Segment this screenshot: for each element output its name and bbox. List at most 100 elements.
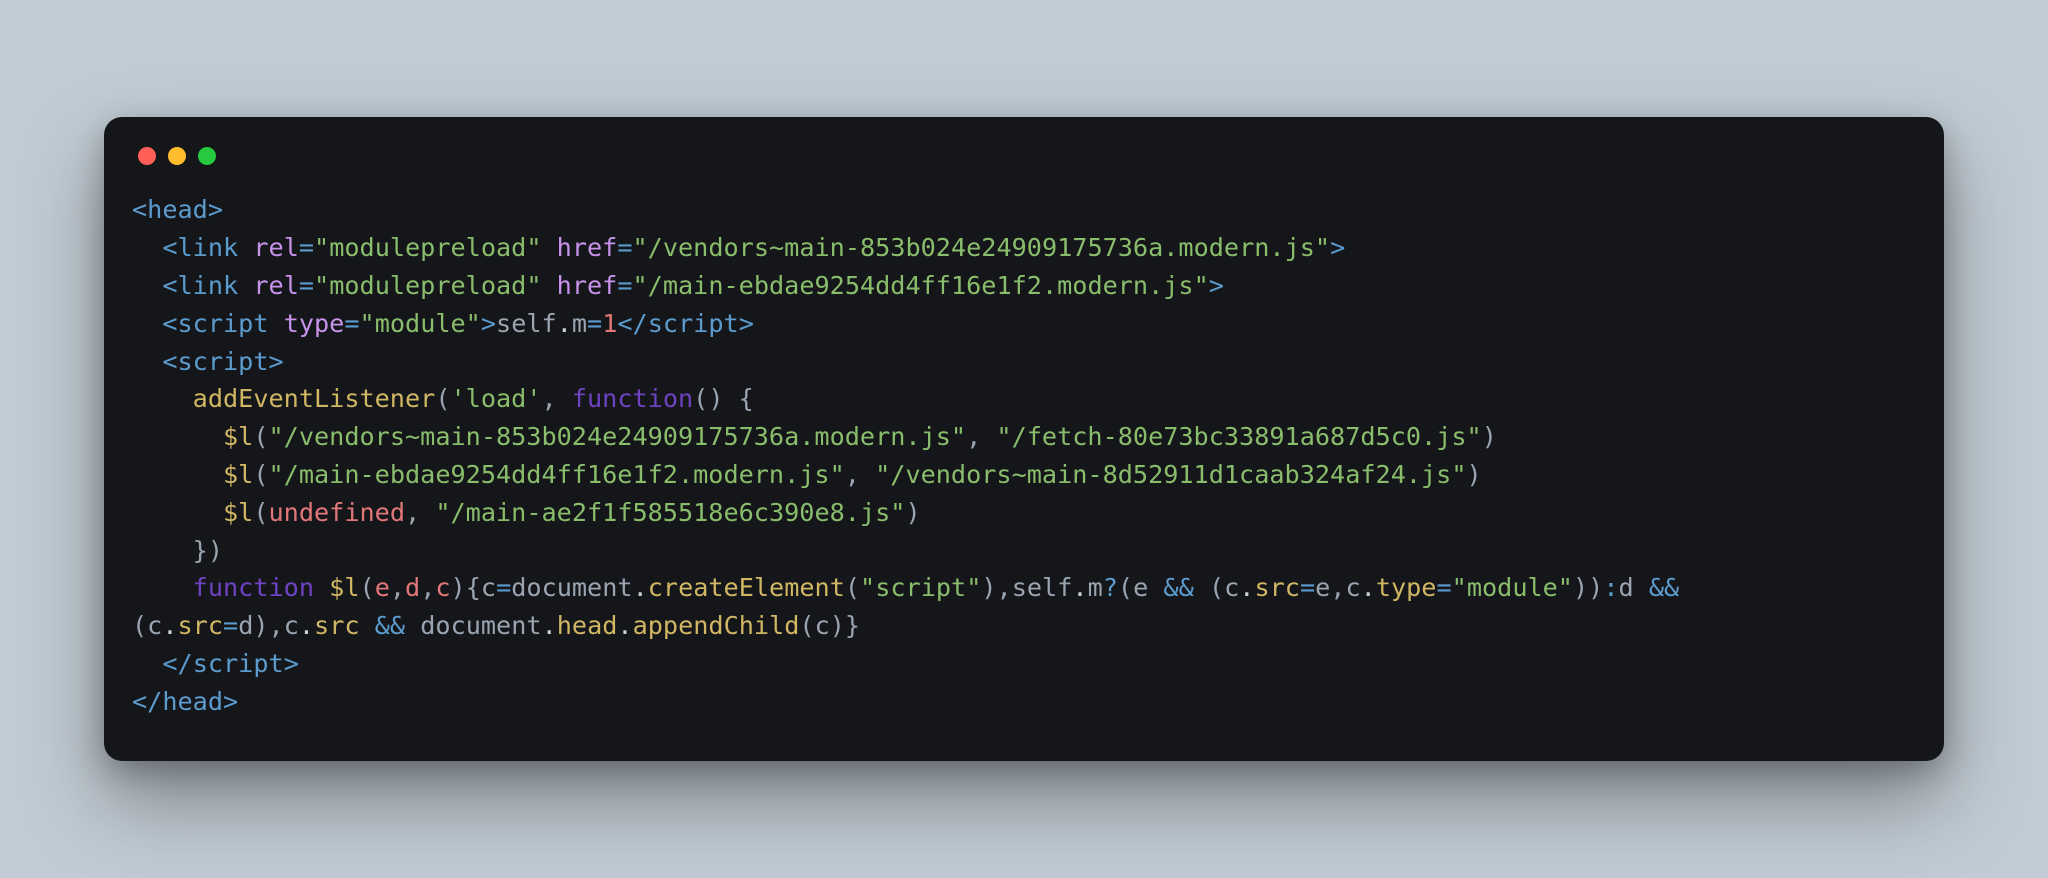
code-token: "/main-ebdae9254dd4ff16e1f2.modern.js" xyxy=(269,460,845,489)
code-token: = xyxy=(1436,573,1451,602)
code-token: addEventListener xyxy=(193,384,436,413)
code-token: ) xyxy=(1467,460,1482,489)
code-token: < xyxy=(162,271,177,300)
code-token: ) xyxy=(981,573,996,602)
code-line: <script type="module">self.m=1</script> xyxy=(132,309,754,338)
code-token xyxy=(405,611,420,640)
code-token: ( xyxy=(253,422,268,451)
code-token: script xyxy=(193,649,284,678)
code-token: , xyxy=(420,573,435,602)
code-token: < xyxy=(162,309,177,338)
code-token: ( xyxy=(799,611,814,640)
code-token: c xyxy=(1224,573,1239,602)
code-token: ) xyxy=(1482,422,1497,451)
minimize-icon[interactable] xyxy=(168,147,186,165)
code-token: type xyxy=(1376,573,1437,602)
code-token: ) xyxy=(830,611,845,640)
code-token: < xyxy=(162,347,177,376)
code-token: , xyxy=(997,573,1012,602)
code-token: } xyxy=(845,611,860,640)
code-window: <head> <link rel="modulepreload" href="/… xyxy=(104,117,1944,760)
code-line: <link rel="modulepreload" href="/main-eb… xyxy=(132,271,1224,300)
code-token: ) xyxy=(1573,573,1588,602)
code-token: self xyxy=(496,309,557,338)
code-token: , xyxy=(1330,573,1345,602)
code-token: "/vendors~main-8d52911d1caab324af24.js" xyxy=(875,460,1466,489)
zoom-icon[interactable] xyxy=(198,147,216,165)
code-token: () xyxy=(693,384,723,413)
code-token: ? xyxy=(1103,573,1118,602)
code-token: ) xyxy=(253,611,268,640)
code-token: link xyxy=(178,233,239,262)
code-token: = xyxy=(344,309,359,338)
code-token: , xyxy=(390,573,405,602)
code-token: c xyxy=(1345,573,1360,602)
code-line: <script> xyxy=(132,347,284,376)
code-token: link xyxy=(178,271,239,300)
code-token: "/main-ebdae9254dd4ff16e1f2.modern.js" xyxy=(633,271,1209,300)
code-token: = xyxy=(496,573,511,602)
code-token: rel xyxy=(253,233,299,262)
code-token: "modulepreload" xyxy=(314,271,541,300)
code-token: && xyxy=(375,611,405,640)
code-token: "module" xyxy=(360,309,481,338)
code-token: , xyxy=(966,422,996,451)
code-token: , xyxy=(845,460,875,489)
close-icon[interactable] xyxy=(138,147,156,165)
code-token: "/fetch-80e73bc33891a687d5c0.js" xyxy=(996,422,1481,451)
code-token: = xyxy=(617,271,632,300)
code-token: > xyxy=(739,309,754,338)
code-token: ( xyxy=(132,611,147,640)
code-token: script xyxy=(648,309,739,338)
code-token: "module" xyxy=(1452,573,1573,602)
window-controls xyxy=(132,143,1916,191)
code-token: && xyxy=(1649,573,1679,602)
code-token xyxy=(724,384,739,413)
code-token: c xyxy=(481,573,496,602)
code-token: 1 xyxy=(602,309,617,338)
code-token: d xyxy=(405,573,420,602)
code-token: head xyxy=(147,195,208,224)
code-token: ) xyxy=(1588,573,1603,602)
code-token: $l xyxy=(329,573,359,602)
code-token: = xyxy=(617,233,632,262)
code-token: head xyxy=(557,611,618,640)
code-token: c xyxy=(147,611,162,640)
code-token: : xyxy=(1603,573,1618,602)
code-token: "/vendors~main-853b024e24909175736a.mode… xyxy=(633,233,1331,262)
code-token: c xyxy=(815,611,830,640)
code-token: 'load' xyxy=(450,384,541,413)
code-token: script xyxy=(178,347,269,376)
code-token: . xyxy=(1361,573,1376,602)
code-token: e xyxy=(375,573,390,602)
code-token: src xyxy=(314,611,360,640)
code-token: d xyxy=(1619,573,1649,602)
code-token: "script" xyxy=(860,573,981,602)
code-token: } xyxy=(193,536,208,565)
code-token: > xyxy=(208,195,223,224)
code-token: ( xyxy=(253,460,268,489)
code-token: . xyxy=(617,611,632,640)
code-token: rel xyxy=(253,271,299,300)
code-token: , xyxy=(405,498,435,527)
code-token xyxy=(1194,573,1209,602)
code-token: ( xyxy=(253,498,268,527)
code-token: script xyxy=(178,309,269,338)
code-token: = xyxy=(299,271,314,300)
code-token: undefined xyxy=(269,498,405,527)
code-token: = xyxy=(223,611,238,640)
code-token xyxy=(238,271,253,300)
code-token xyxy=(269,309,284,338)
code-line: $l("/vendors~main-853b024e24909175736a.m… xyxy=(132,422,1497,451)
code-token: . xyxy=(1072,573,1087,602)
code-token: src xyxy=(178,611,224,640)
code-token: = xyxy=(299,233,314,262)
code-token: . xyxy=(633,573,648,602)
code-token: </ xyxy=(162,649,192,678)
code-token: href xyxy=(557,271,618,300)
code-token: ( xyxy=(1209,573,1224,602)
code-token: "/main-ae2f1f585518e6c390e8.js" xyxy=(435,498,905,527)
code-token: d xyxy=(238,611,253,640)
code-token: . xyxy=(1239,573,1254,602)
code-line: <link rel="modulepreload" href="/vendors… xyxy=(132,233,1345,262)
